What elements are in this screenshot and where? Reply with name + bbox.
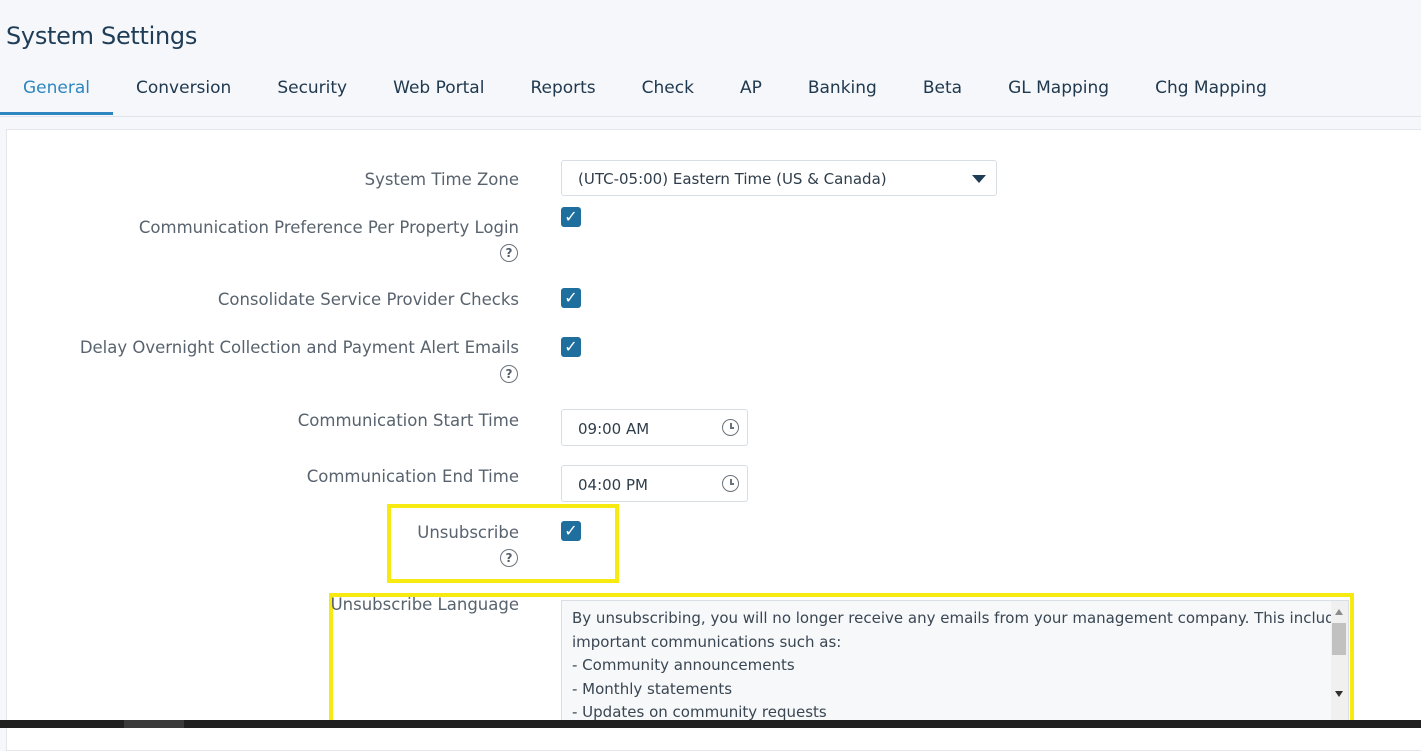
tab-chg-mapping[interactable]: Chg Mapping bbox=[1132, 72, 1290, 108]
end-time-label: Communication End Time bbox=[306, 467, 519, 486]
start-time-input[interactable]: 09:00 AM bbox=[561, 409, 748, 446]
tab-web-portal[interactable]: Web Portal bbox=[370, 72, 507, 108]
clock-icon[interactable] bbox=[722, 475, 739, 492]
comm-pref-checkbox[interactable]: ✓ bbox=[561, 207, 581, 227]
time-zone-value: (UTC-05:00) Eastern Time (US & Canada) bbox=[578, 170, 887, 188]
textarea-line: - Monthly statements bbox=[572, 679, 733, 698]
consolidate-checkbox[interactable]: ✓ bbox=[561, 288, 581, 308]
delay-alerts-label: Delay Overnight Collection and Payment A… bbox=[79, 338, 519, 357]
settings-tabs: General Conversion Security Web Portal R… bbox=[0, 72, 1421, 117]
time-zone-select[interactable]: (UTC-05:00) Eastern Time (US & Canada) bbox=[561, 160, 997, 196]
caret-down-icon bbox=[972, 175, 986, 183]
tab-check[interactable]: Check bbox=[619, 72, 717, 108]
comm-pref-label: Communication Preference Per Property Lo… bbox=[138, 218, 519, 237]
end-time-value: 04:00 PM bbox=[578, 476, 648, 494]
scroll-down-icon[interactable] bbox=[1335, 691, 1343, 697]
scroll-thumb[interactable] bbox=[1332, 623, 1346, 655]
help-icon[interactable]: ? bbox=[500, 549, 518, 567]
textarea-scrollbar[interactable] bbox=[1331, 601, 1348, 727]
delay-alerts-checkbox[interactable]: ✓ bbox=[561, 337, 581, 357]
tab-conversion[interactable]: Conversion bbox=[113, 72, 254, 108]
help-icon[interactable]: ? bbox=[500, 244, 518, 262]
scroll-up-icon[interactable] bbox=[1335, 609, 1343, 615]
taskbar bbox=[0, 720, 1421, 728]
tab-ap[interactable]: AP bbox=[717, 72, 785, 108]
clock-icon[interactable] bbox=[722, 419, 739, 436]
tab-security[interactable]: Security bbox=[254, 72, 370, 108]
start-time-label: Communication Start Time bbox=[297, 411, 519, 430]
end-time-input[interactable]: 04:00 PM bbox=[561, 465, 748, 502]
page-title: System Settings bbox=[6, 22, 198, 50]
textarea-line: By unsubscribing, you will no longer rec… bbox=[572, 609, 1349, 627]
consolidate-label: Consolidate Service Provider Checks bbox=[217, 290, 519, 309]
help-icon[interactable]: ? bbox=[500, 365, 518, 383]
textarea-line: important communications such as: bbox=[572, 632, 842, 651]
textarea-line: - Community announcements bbox=[572, 656, 795, 674]
taskbar-item[interactable] bbox=[124, 720, 184, 728]
time-zone-label: System Time Zone bbox=[364, 170, 519, 189]
tab-beta[interactable]: Beta bbox=[900, 72, 985, 108]
unsubscribe-language-textarea[interactable]: By unsubscribing, you will no longer rec… bbox=[561, 600, 1349, 728]
unsubscribe-language-label: Unsubscribe Language bbox=[330, 595, 519, 614]
start-time-value: 09:00 AM bbox=[578, 420, 650, 438]
tab-banking[interactable]: Banking bbox=[785, 72, 900, 108]
unsubscribe-checkbox[interactable]: ✓ bbox=[561, 521, 581, 541]
tab-gl-mapping[interactable]: GL Mapping bbox=[985, 72, 1132, 108]
tab-reports[interactable]: Reports bbox=[507, 72, 618, 108]
tab-general[interactable]: General bbox=[0, 72, 113, 115]
unsubscribe-label: Unsubscribe bbox=[417, 523, 519, 542]
